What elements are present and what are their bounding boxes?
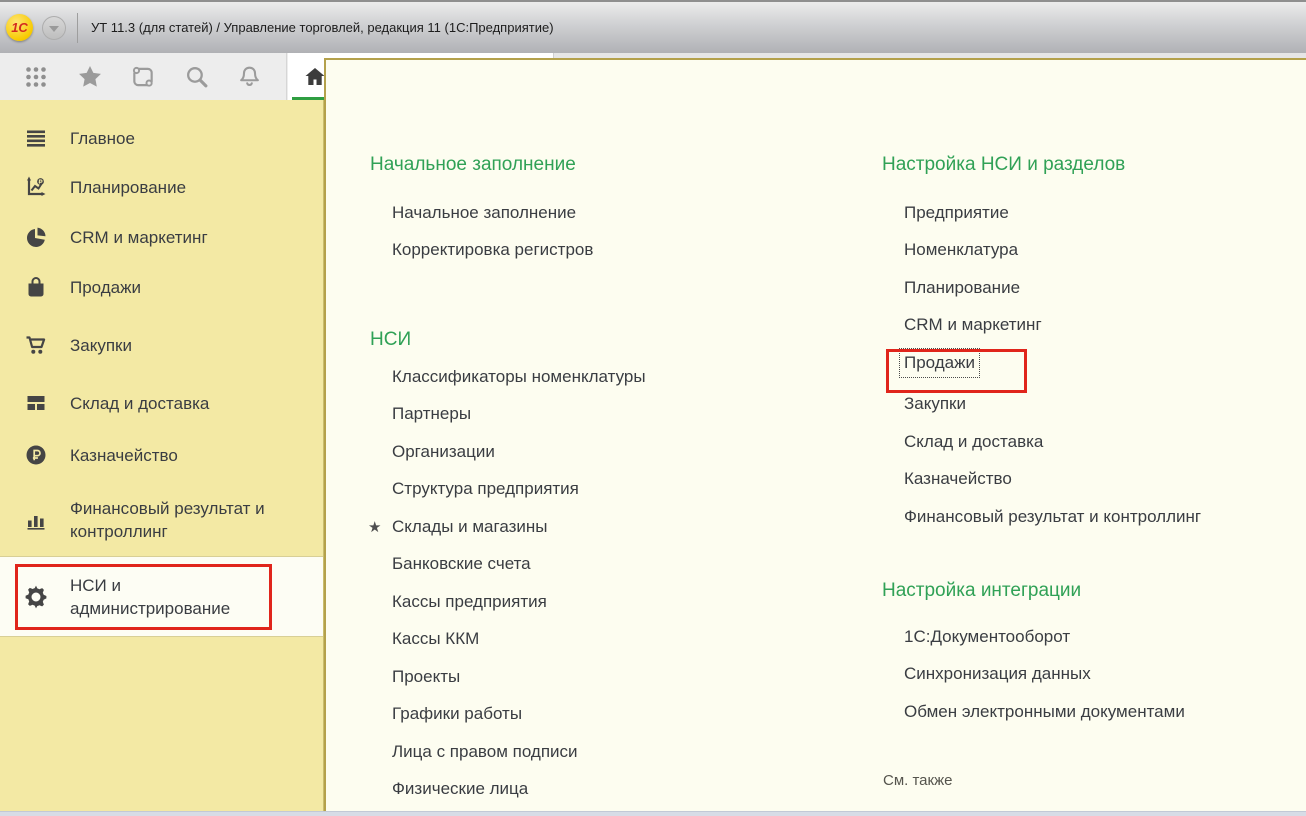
window-titlebar: 1С УТ 11.3 (для статей) / Управление тор… xyxy=(0,0,1306,53)
menu-item-1c-dokumentooborot[interactable]: 1С:Документооборот xyxy=(904,618,1185,656)
sidebar-item-label: Главное xyxy=(70,127,296,150)
hamburger-menu-icon xyxy=(24,126,48,150)
sidebar-item-label: Казначейство xyxy=(70,444,296,467)
window-bottom-edge xyxy=(0,811,1306,816)
history-button[interactable] xyxy=(126,60,160,94)
sections-panel: Главное Планирование CRM xyxy=(0,100,324,811)
window-title: УТ 11.3 (для статей) / Управление торгов… xyxy=(91,20,554,35)
group-title: Настройка интеграции xyxy=(882,580,1185,602)
gear-icon xyxy=(24,585,48,609)
menu-item-bankovskie-scheta[interactable]: Банковские счета xyxy=(392,546,646,584)
menu-item-nomenklatura[interactable]: Номенклатура xyxy=(904,232,1201,270)
pie-chart-icon xyxy=(24,225,48,249)
shopping-cart-icon xyxy=(24,333,48,357)
menu-item-klassifikatory-nomenklatury[interactable]: Классификаторы номенклатуры xyxy=(392,358,646,396)
group-nsi: НСИ Классификаторы номенклатуры Партнеры… xyxy=(370,329,646,808)
menu-item-sklady-i-magaziny[interactable]: ★ Склады и магазины xyxy=(392,508,646,546)
group-nastroyka-nsi-i-razdelov: Настройка НСИ и разделов Предприятие Ном… xyxy=(882,154,1201,536)
sidebar-item-label: Планирование xyxy=(70,176,296,199)
sidebar-item-kaznacheystvo[interactable]: Казначейство xyxy=(0,430,323,480)
sidebar-item-finansovyy-rezultat[interactable]: Финансовый результат и контроллинг xyxy=(0,488,323,552)
planning-chart-icon xyxy=(24,175,48,199)
menu-item-prodazhi[interactable]: Продажи xyxy=(904,344,1201,382)
sidebar-item-label: Финансовый результат и контроллинг xyxy=(70,497,296,543)
sidebar-item-glavnoe[interactable]: Главное xyxy=(0,113,323,163)
menu-item-sklad-i-dostavka[interactable]: Склад и доставка xyxy=(904,423,1201,461)
group-title: Настройка НСИ и разделов xyxy=(882,154,1201,176)
notifications-button[interactable] xyxy=(233,60,267,94)
menu-item-korrektirovka-registrov[interactable]: Корректировка регистров xyxy=(392,232,593,270)
apps-grid-icon xyxy=(24,65,48,89)
search-button[interactable] xyxy=(179,60,213,94)
menu-item-fizicheskie-litsa[interactable]: Физические лица xyxy=(392,771,646,809)
sidebar-item-label: НСИ и администрирование xyxy=(70,574,296,620)
apps-grid-button[interactable] xyxy=(19,60,53,94)
menu-item-kaznacheystvo[interactable]: Казначейство xyxy=(904,461,1201,499)
titlebar-divider xyxy=(77,13,78,43)
menu-item-litsa-s-pravom-podpisi[interactable]: Лица с правом подписи xyxy=(392,733,646,771)
group-title: НСИ xyxy=(370,329,646,351)
group-nachalnoe-zapolnenie: Начальное заполнение Начальное заполнени… xyxy=(370,154,593,269)
warehouse-pallet-icon xyxy=(24,391,48,415)
menu-item-kassy-predpriyatiya[interactable]: Кассы предприятия xyxy=(392,583,646,621)
sidebar-item-crm-i-marketing[interactable]: CRM и маркетинг xyxy=(0,212,323,262)
toolbar-buttons xyxy=(0,53,287,100)
menu-item-kassy-kkm[interactable]: Кассы ККМ xyxy=(392,621,646,659)
search-icon xyxy=(184,64,209,89)
menu-item-finansovyy-rezultat-i-kontrolling[interactable]: Финансовый результат и контроллинг xyxy=(904,498,1201,536)
group-title: Начальное заполнение xyxy=(370,154,593,176)
menu-item-zakupki[interactable]: Закупки xyxy=(904,386,1201,424)
sidebar-item-nsi-i-administrirovanie[interactable]: НСИ и администрирование xyxy=(0,556,323,637)
menu-item-struktura-predpriyatiya[interactable]: Структура предприятия xyxy=(392,471,646,509)
group-nastroyka-integratsii: Настройка интеграции 1С:Документооборот … xyxy=(882,580,1185,731)
sidebar-item-planirovanie[interactable]: Планирование xyxy=(0,162,323,212)
menu-item-organizatsii[interactable]: Организации xyxy=(392,433,646,471)
sidebar-item-sklad-i-dostavka[interactable]: Склад и доставка xyxy=(0,378,323,428)
menu-item-crm-i-marketing[interactable]: CRM и маркетинг xyxy=(904,307,1201,345)
sidebar-item-label: Закупки xyxy=(70,334,296,357)
notifications-bell-icon xyxy=(237,64,262,89)
menu-item-planirovanie[interactable]: Планирование xyxy=(904,269,1201,307)
menu-item-predpriyatie[interactable]: Предприятие xyxy=(904,194,1201,232)
main-menu-button[interactable] xyxy=(42,16,66,40)
app-window: 1С УТ 11.3 (для статей) / Управление тор… xyxy=(0,0,1306,816)
shopping-bag-icon xyxy=(24,275,48,299)
menu-item-sinkhronizatsiya-dannykh[interactable]: Синхронизация данных xyxy=(904,656,1185,694)
1c-logo: 1С xyxy=(6,14,33,41)
sidebar-item-zakupki[interactable]: Закупки xyxy=(0,320,323,370)
bar-chart-icon xyxy=(24,508,48,532)
see-also-label: См. также xyxy=(883,772,952,789)
ruble-coin-icon xyxy=(24,443,48,467)
favorites-button[interactable] xyxy=(73,60,107,94)
favorite-star-icon: ★ xyxy=(368,518,381,536)
menu-item-proekty[interactable]: Проекты xyxy=(392,658,646,696)
menu-item-obmen-elektronnymi-dokumentami[interactable]: Обмен электронными документами xyxy=(904,693,1185,731)
favorites-star-icon xyxy=(77,64,103,90)
dropdown-arrow-icon xyxy=(49,26,59,32)
1c-logo-text: 1С xyxy=(11,20,28,35)
menu-item-nachalnoe-zapolnenie[interactable]: Начальное заполнение xyxy=(392,194,593,232)
menu-item-partnery[interactable]: Партнеры xyxy=(392,396,646,434)
sidebar-item-label: CRM и маркетинг xyxy=(70,226,296,249)
history-scroll-icon xyxy=(130,64,156,90)
sidebar-item-label: Склад и доставка xyxy=(70,392,296,415)
sidebar-item-prodazhi[interactable]: Продажи xyxy=(0,262,323,312)
menu-item-grafiki-raboty[interactable]: Графики работы xyxy=(392,696,646,734)
section-functions-menu: Начальное заполнение Начальное заполнени… xyxy=(324,58,1306,811)
sidebar-item-label: Продажи xyxy=(70,276,296,299)
